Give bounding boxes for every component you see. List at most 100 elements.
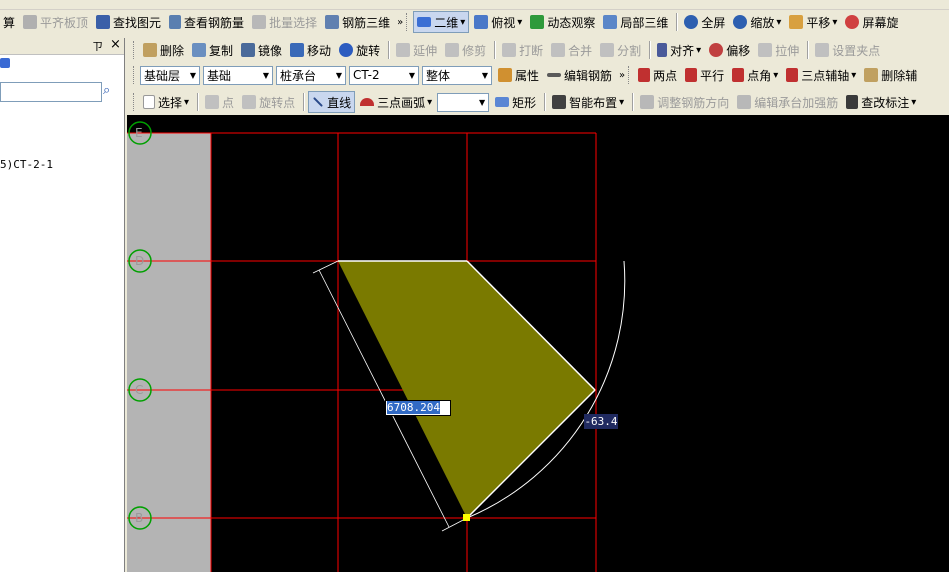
trim-button[interactable]: 修剪: [442, 40, 489, 60]
axis-label-d: D: [135, 254, 144, 268]
pin-icon[interactable]: ㄗ: [92, 38, 103, 54]
properties-icon: [498, 68, 512, 82]
delete-button[interactable]: 删除: [140, 40, 187, 60]
three-point-axis-icon: [786, 68, 799, 82]
annotation-icon: [846, 95, 859, 109]
two-point-aux-button[interactable]: 两点: [635, 65, 680, 85]
tree-node-icon[interactable]: [0, 58, 10, 68]
edit-cap-reinforcement-button[interactable]: 编辑承台加强筋: [734, 92, 841, 112]
copy-button[interactable]: 复制: [189, 40, 236, 60]
point-button[interactable]: 点: [202, 92, 237, 112]
axis-label-c: C: [135, 383, 143, 397]
separator: [303, 93, 306, 111]
align-slab-button[interactable]: 平齐板顶: [20, 12, 91, 32]
rebar-view-icon: [169, 15, 182, 29]
find-element-button[interactable]: 查找图元: [93, 12, 164, 32]
point-angle-aux-button[interactable]: 点角 ▾: [729, 65, 781, 85]
pan-button[interactable]: 平移 ▾: [786, 12, 840, 32]
element-select[interactable]: CT-2 ▼: [349, 65, 419, 85]
fullscreen-button[interactable]: 全屏: [681, 12, 728, 32]
toolbar-grip: [406, 13, 410, 31]
set-grip-button[interactable]: 设置夹点: [812, 40, 883, 60]
cursor-arrow-icon: [143, 95, 155, 109]
panel-header: ㄗ ×: [0, 37, 124, 55]
rectangle-icon: [495, 97, 510, 107]
trim-icon: [445, 43, 460, 57]
rotate-point-button[interactable]: 旋转点: [239, 92, 298, 112]
close-icon[interactable]: ×: [110, 37, 121, 52]
align-icon: [657, 43, 668, 57]
separator: [632, 93, 635, 111]
mirror-button[interactable]: 镜像: [238, 40, 285, 60]
smart-place-button[interactable]: 智能布置 ▾: [549, 92, 627, 112]
tree-item-ct-2-1[interactable]: 5)CT-2-1: [0, 158, 53, 171]
search-input[interactable]: [0, 82, 102, 102]
magnifier-icon: [733, 15, 748, 29]
calc-button[interactable]: 算: [0, 12, 18, 32]
eraser-icon: [864, 68, 879, 82]
zoom-button[interactable]: 缩放 ▾: [730, 12, 784, 32]
floor-select[interactable]: 基础层 ▼: [140, 65, 200, 85]
search-icon[interactable]: ⌕: [103, 83, 110, 98]
screen-rotate-button[interactable]: 屏幕旋: [842, 12, 901, 32]
arc-option-select[interactable]: ▼: [437, 92, 490, 112]
smart-place-icon: [552, 95, 567, 109]
category-select[interactable]: 基础 ▼: [203, 65, 273, 85]
snap-point-marker: [463, 514, 470, 521]
rebar-3d-button[interactable]: 钢筋三维: [322, 12, 393, 32]
extend-icon: [396, 43, 411, 57]
properties-button[interactable]: 属性: [495, 65, 542, 85]
break-icon: [502, 43, 517, 57]
toolbar-edit: 删除 复制 镜像 移动 旋转 延伸 修剪 打断 合并 分割 对齐 ▾ 偏移 拉伸 …: [130, 38, 949, 62]
arc-icon: [360, 98, 375, 106]
toolbar-element: 基础层 ▼ 基础 ▼ 桩承台 ▼ CT-2 ▼ 整体 ▼ 属性 编辑钢筋 » 两点 平行 …: [130, 63, 949, 87]
top-view-button[interactable]: 俯视 ▾: [471, 12, 525, 32]
local-3d-icon: [603, 15, 618, 29]
zoom-extents-icon: [684, 15, 699, 29]
view-2d-button[interactable]: 二维 ▾: [413, 11, 470, 33]
drawing-canvas[interactable]: E D C B 6708.204 -63.4: [127, 115, 949, 572]
menu-bar: [0, 0, 949, 10]
toolbar-overflow-chevron-icon[interactable]: »: [619, 70, 625, 81]
eraser-icon: [143, 43, 157, 57]
three-point-aux-button[interactable]: 三点辅轴 ▾: [783, 65, 859, 85]
line-button[interactable]: 直线: [308, 91, 356, 113]
two-point-axis-icon: [638, 68, 651, 82]
check-annotation-button[interactable]: 查改标注 ▾: [843, 92, 919, 112]
extend-button[interactable]: 延伸: [393, 40, 440, 60]
hand-icon: [789, 15, 804, 29]
offset-button[interactable]: 偏移: [706, 40, 753, 60]
stretch-button[interactable]: 拉伸: [755, 40, 802, 60]
parallel-aux-button[interactable]: 平行: [682, 65, 727, 85]
arc-3point-button[interactable]: 三点画弧 ▾: [357, 92, 435, 112]
mirror-icon: [241, 43, 256, 57]
view-rebar-button[interactable]: 查看钢筋量: [166, 12, 247, 32]
split-button[interactable]: 分割: [597, 40, 644, 60]
move-button[interactable]: 移动: [287, 40, 334, 60]
angle-readout[interactable]: -63.4: [584, 414, 618, 429]
rebar-3d-icon: [325, 15, 340, 29]
parallel-axis-icon: [685, 68, 698, 82]
select-button[interactable]: 选择 ▾: [140, 92, 192, 112]
align-button[interactable]: 对齐 ▾: [654, 40, 704, 60]
edit-rebar-button[interactable]: 编辑钢筋: [544, 65, 615, 85]
scope-select[interactable]: 整体 ▼: [422, 65, 492, 85]
rectangle-button[interactable]: 矩形: [492, 92, 539, 112]
merge-button[interactable]: 合并: [548, 40, 595, 60]
local-3d-button[interactable]: 局部三维: [600, 12, 671, 32]
toolbar-standard: 算 平齐板顶 查找图元 查看钢筋量 批量选择 钢筋三维 » 二维 ▾ 俯视 ▾ 动态…: [0, 10, 949, 34]
rotate-button[interactable]: 旋转: [336, 40, 383, 60]
cad-drawing[interactable]: E D C B: [127, 115, 949, 572]
adjust-rebar-direction-button[interactable]: 调整钢筋方向: [637, 92, 732, 112]
point-angle-icon: [732, 68, 745, 82]
toolbar-overflow-chevron-icon[interactable]: »: [397, 17, 403, 28]
delete-aux-button[interactable]: 删除辅: [861, 65, 920, 85]
batch-select-button[interactable]: 批量选择: [249, 12, 320, 32]
split-icon: [600, 43, 615, 57]
break-button[interactable]: 打断: [499, 40, 546, 60]
batch-select-icon: [252, 15, 267, 29]
length-input[interactable]: 6708.204: [385, 400, 451, 416]
cube-icon: [474, 15, 489, 29]
type-select[interactable]: 桩承台 ▼: [276, 65, 346, 85]
orbit-button[interactable]: 动态观察: [527, 12, 598, 32]
